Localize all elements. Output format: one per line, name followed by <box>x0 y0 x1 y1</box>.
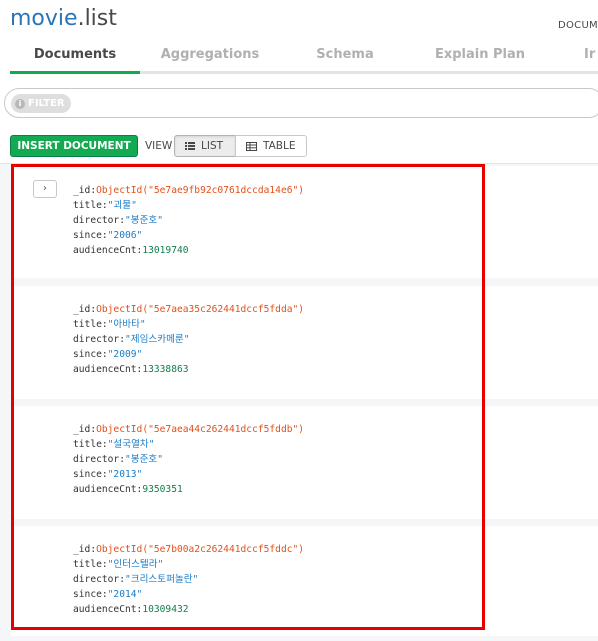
objectid-value[interactable]: ObjectId("5e7b00a2c262441dccf5fddc") <box>96 544 304 555</box>
objectid-value[interactable]: ObjectId("5e7aea44c262441dccf5fddb") <box>96 424 304 435</box>
collection-name: list <box>84 6 117 31</box>
since-value[interactable]: "2013" <box>108 469 143 480</box>
since-value[interactable]: "2006" <box>108 230 143 241</box>
expand-document-button[interactable]: › <box>33 180 57 198</box>
view-label: VIEW <box>145 140 173 152</box>
tab-aggregations[interactable]: Aggregations <box>152 40 268 74</box>
field-id: _id:ObjectId("5e7b00a2c262441dccf5fddc") <box>73 544 305 555</box>
field-id: _id:ObjectId("5e7aea44c262441dccf5fddb") <box>73 424 305 435</box>
audiencecnt-value[interactable]: 10309432 <box>142 604 188 615</box>
field-audiencecnt: audienceCnt:9350351 <box>73 484 183 495</box>
title-value[interactable]: "아바타" <box>108 319 146 330</box>
objectid-value[interactable]: ObjectId("5e7ae9fb92c0761dccda14e6") <box>96 185 304 196</box>
title-value[interactable]: "괴물" <box>108 200 137 211</box>
view-list-label: LIST <box>201 140 224 152</box>
tab-explain-plan[interactable]: Explain Plan <box>430 40 530 74</box>
title-value[interactable]: "인터스텔라" <box>108 559 164 570</box>
field-director: director:"제임스카메룬" <box>73 334 190 345</box>
document-fields: _id:ObjectId("5e7aea44c262441dccf5fddb")… <box>73 422 304 497</box>
audiencecnt-value[interactable]: 9350351 <box>142 484 182 495</box>
field-id: _id:ObjectId("5e7aea35c262441dccf5fdda") <box>73 304 305 315</box>
tab-bar: Documents Aggregations Schema Explain Pl… <box>10 40 598 74</box>
field-since: since:"2013" <box>73 469 143 480</box>
filter-label: FILTER <box>28 98 65 109</box>
audiencecnt-value[interactable]: 13338863 <box>142 364 188 375</box>
documents-toolbar: INSERT DOCUMENT VIEW LIST TABLE <box>0 128 598 164</box>
document-card[interactable]: › _id:ObjectId("5e7ae9fb92c0761dccda14e6… <box>11 166 598 278</box>
table-icon <box>246 141 257 151</box>
document-fields: _id:ObjectId("5e7ae9fb92c0761dccda14e6")… <box>73 183 304 258</box>
since-value[interactable]: "2014" <box>108 589 143 600</box>
info-icon: i <box>15 98 25 109</box>
document-card[interactable]: _id:ObjectId("5e7b00a2c262441dccf5fddc")… <box>11 526 598 636</box>
director-value[interactable]: "제임스카메룬" <box>125 334 190 345</box>
view-list-button[interactable]: LIST <box>174 135 236 157</box>
since-value[interactable]: "2009" <box>108 349 143 360</box>
director-value[interactable]: "봉준호" <box>125 215 163 226</box>
field-title: title:"인터스텔라" <box>73 559 164 570</box>
field-director: director:"크리스토퍼놀란" <box>73 574 199 585</box>
collection-title: movie.list <box>10 6 117 36</box>
document-card[interactable]: _id:ObjectId("5e7aea44c262441dccf5fddb")… <box>11 406 598 519</box>
audiencecnt-value[interactable]: 13019740 <box>142 245 188 256</box>
namespace-dot: . <box>77 6 85 31</box>
database-name[interactable]: movie <box>10 6 78 31</box>
field-title: title:"아바타" <box>73 319 146 330</box>
tab-documents[interactable]: Documents <box>10 40 140 74</box>
document-card[interactable]: _id:ObjectId("5e7aea35c262441dccf5fdda")… <box>11 286 598 399</box>
field-audiencecnt: audienceCnt:13019740 <box>73 245 189 256</box>
filter-pill[interactable]: i FILTER <box>11 94 71 113</box>
field-since: since:"2009" <box>73 349 143 360</box>
field-audiencecnt: audienceCnt:10309432 <box>73 604 189 615</box>
title-value[interactable]: "설국열차" <box>108 439 155 450</box>
field-since: since:"2006" <box>73 230 143 241</box>
list-icon <box>185 142 195 150</box>
field-director: director:"봉준호" <box>73 454 164 465</box>
director-value[interactable]: "크리스토퍼놀란" <box>125 574 198 585</box>
document-fields: _id:ObjectId("5e7b00a2c262441dccf5fddc")… <box>73 542 304 617</box>
tab-schema[interactable]: Schema <box>300 40 390 74</box>
documents-count-label: DOCUM <box>557 20 598 31</box>
view-table-button[interactable]: TABLE <box>235 135 307 157</box>
field-since: since:"2014" <box>73 589 143 600</box>
objectid-value[interactable]: ObjectId("5e7aea35c262441dccf5fdda") <box>96 304 304 315</box>
field-title: title:"설국열차" <box>73 439 155 450</box>
document-fields: _id:ObjectId("5e7aea35c262441dccf5fdda")… <box>73 302 304 377</box>
insert-document-button[interactable]: INSERT DOCUMENT <box>10 135 138 157</box>
view-table-label: TABLE <box>263 140 296 152</box>
chevron-right-icon: › <box>43 183 47 194</box>
documents-list: › _id:ObjectId("5e7ae9fb92c0761dccda14e6… <box>0 164 598 641</box>
field-title: title:"괴물" <box>73 200 137 211</box>
director-value[interactable]: "봉준호" <box>125 454 163 465</box>
field-id: _id:ObjectId("5e7ae9fb92c0761dccda14e6") <box>73 185 305 196</box>
field-director: director:"봉준호" <box>73 215 164 226</box>
filter-bar[interactable]: i FILTER <box>4 88 598 118</box>
tab-indexes[interactable]: Ir <box>584 40 598 74</box>
field-audiencecnt: audienceCnt:13338863 <box>73 364 189 375</box>
